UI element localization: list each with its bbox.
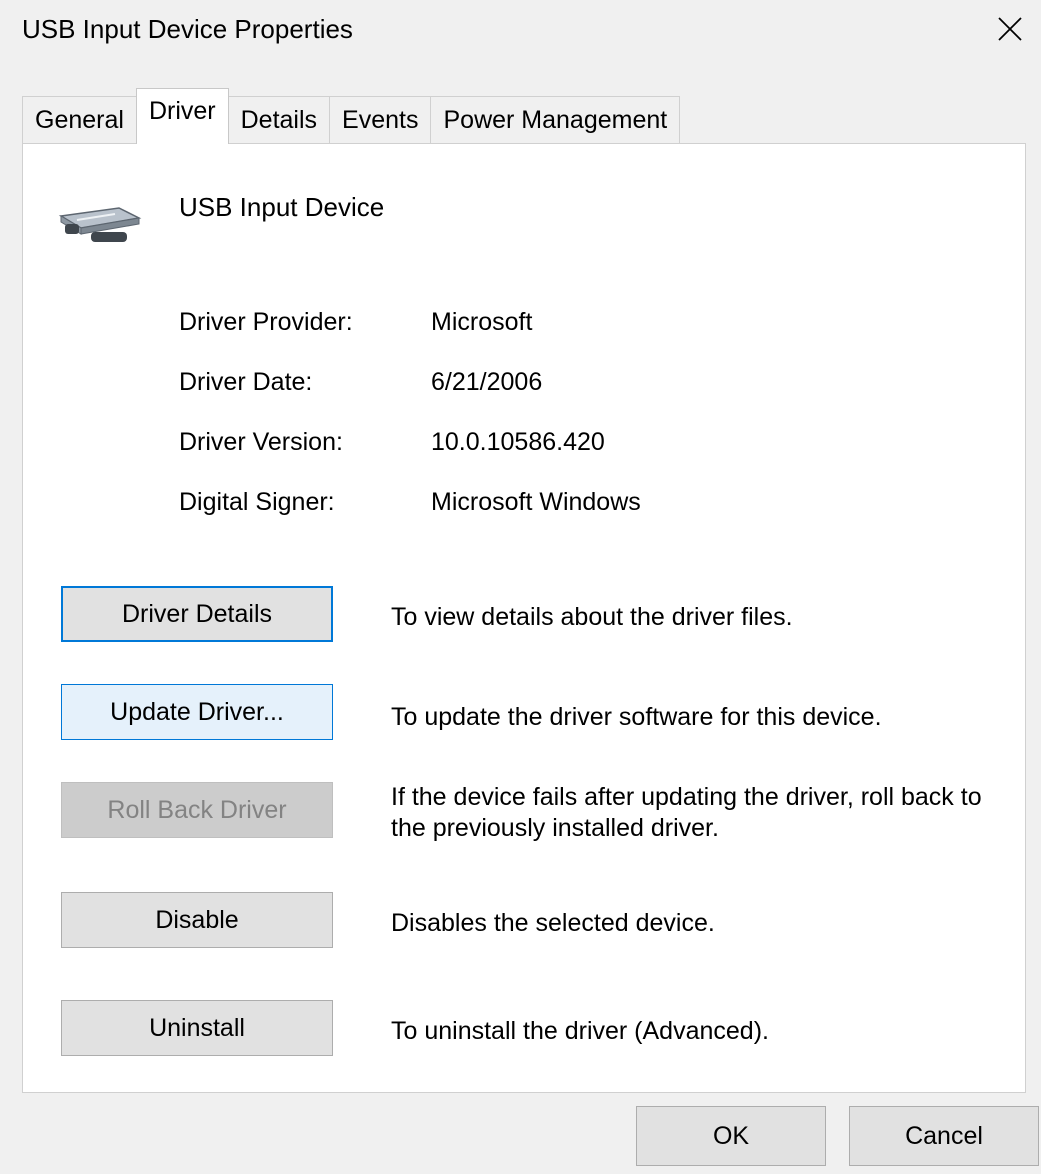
driver-details-button[interactable]: Driver Details bbox=[61, 586, 333, 642]
roll-back-driver-button: Roll Back Driver bbox=[61, 782, 333, 838]
driver-tab-panel: USB Input Device Driver Provider: Micros… bbox=[22, 143, 1026, 1093]
uninstall-button[interactable]: Uninstall bbox=[61, 1000, 333, 1056]
usb-device-icon bbox=[58, 207, 142, 242]
info-row-provider: Driver Provider: Microsoft bbox=[179, 308, 532, 337]
close-icon bbox=[998, 17, 1022, 41]
window-title: USB Input Device Properties bbox=[22, 14, 353, 44]
disable-button[interactable]: Disable bbox=[61, 892, 333, 948]
info-row-version: Driver Version: 10.0.10586.420 bbox=[179, 428, 605, 457]
disable-description: Disables the selected device. bbox=[391, 909, 715, 937]
uninstall-description: To uninstall the driver (Advanced). bbox=[391, 1017, 769, 1045]
tab-driver[interactable]: Driver bbox=[135, 88, 229, 144]
digital-signer-label: Digital Signer: bbox=[179, 488, 335, 516]
ok-button[interactable]: OK bbox=[636, 1106, 826, 1166]
driver-provider-label: Driver Provider: bbox=[179, 308, 353, 336]
info-row-signer: Digital Signer: Microsoft Windows bbox=[179, 488, 641, 517]
cancel-button[interactable]: Cancel bbox=[849, 1106, 1039, 1166]
update-driver-description: To update the driver software for this d… bbox=[391, 703, 882, 731]
update-driver-button[interactable]: Update Driver... bbox=[61, 684, 333, 740]
driver-date-label: Driver Date: bbox=[179, 368, 313, 396]
info-row-date: Driver Date: 6/21/2006 bbox=[179, 368, 542, 397]
device-name: USB Input Device bbox=[179, 192, 385, 222]
tab-general[interactable]: General bbox=[22, 96, 137, 144]
driver-version-value: 10.0.10586.420 bbox=[431, 428, 605, 456]
tab-strip: General Driver Details Events Power Mana… bbox=[22, 88, 681, 144]
roll-back-driver-description: If the device fails after updating the d… bbox=[391, 783, 982, 842]
tab-events[interactable]: Events bbox=[329, 96, 432, 144]
digital-signer-value: Microsoft Windows bbox=[431, 488, 641, 516]
driver-provider-value: Microsoft bbox=[431, 308, 533, 336]
driver-date-value: 6/21/2006 bbox=[431, 368, 543, 396]
tab-power-management[interactable]: Power Management bbox=[430, 96, 681, 144]
tab-details[interactable]: Details bbox=[227, 96, 331, 144]
driver-version-label: Driver Version: bbox=[179, 428, 343, 456]
driver-details-description: To view details about the driver files. bbox=[391, 603, 793, 631]
close-button[interactable] bbox=[985, 4, 1035, 54]
title-bar: USB Input Device Properties bbox=[0, 0, 1041, 70]
